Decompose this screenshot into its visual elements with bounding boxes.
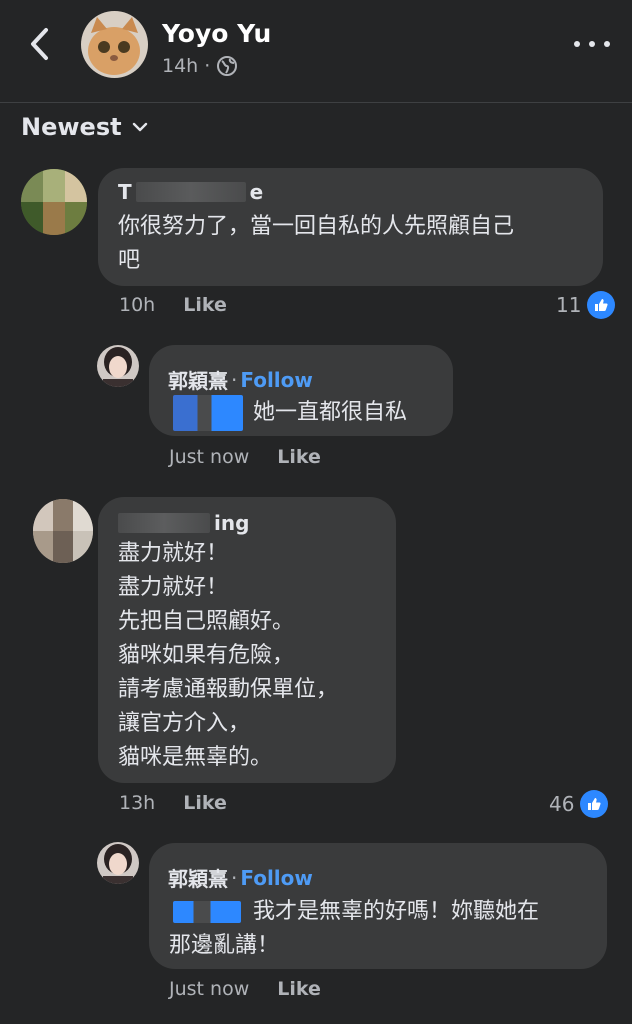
author-avatar[interactable] — [81, 11, 148, 78]
mention-tag[interactable] — [173, 901, 241, 923]
commenter-avatar[interactable] — [21, 169, 87, 235]
like-button[interactable]: Like — [183, 792, 227, 814]
back-button[interactable] — [22, 24, 58, 64]
comment-bubble[interactable]: T e 你很努力了，當一回自私的人先照顧自己 吧 — [98, 168, 603, 286]
reply-header: 郭穎熹 · Follow — [168, 863, 313, 892]
redacted-name — [135, 182, 246, 202]
comment-time: 13h — [119, 792, 156, 814]
comment-bubble[interactable]: ing 盡力就好！ 盡力就好！ 先把自己照顧好。 貓咪如果有危險， 請考慮通報動… — [98, 497, 396, 783]
more-options-button[interactable] — [574, 32, 610, 56]
reply-actions: Just now Like — [169, 446, 321, 468]
sort-selector[interactable]: Newest — [21, 113, 148, 141]
reply-text-continued: 那邊亂講！ — [169, 933, 280, 958]
post-meta: 14h · — [162, 55, 238, 77]
more-horizontal-icon — [574, 41, 580, 47]
reply-bubble[interactable]: 郭穎熹 · Follow 她一直都很自私 — [149, 345, 453, 436]
comment-time: 10h — [119, 294, 156, 316]
like-button[interactable]: Like — [277, 446, 321, 468]
comment-actions: 10h Like — [119, 294, 227, 316]
reply-body: 我才是無辜的好嗎！妳聽她在 那邊亂講！ — [169, 895, 593, 963]
chevron-down-icon — [132, 122, 147, 132]
reply-bubble[interactable]: 郭穎熹 · Follow 我才是無辜的好嗎！妳聽她在 那邊亂講！ — [149, 843, 607, 969]
sort-label: Newest — [21, 113, 122, 141]
reaction-count[interactable]: 46 — [549, 790, 609, 818]
comment-actions: 13h Like — [119, 792, 227, 814]
meta-separator: · — [204, 55, 211, 77]
post-header: Yoyo Yu 14h · — [0, 0, 632, 103]
follow-button[interactable]: Follow — [240, 866, 313, 890]
follow-button[interactable]: Follow — [240, 368, 313, 392]
thumbs-up-icon — [587, 291, 616, 319]
post-time: 14h — [162, 55, 199, 77]
comment-author[interactable]: ing — [118, 511, 249, 535]
reply-header: 郭穎熹 · Follow — [168, 365, 313, 394]
replier-avatar[interactable] — [97, 345, 139, 387]
mention-tag[interactable] — [173, 395, 243, 431]
author-name[interactable]: Yoyo Yu — [162, 19, 271, 48]
like-button[interactable]: Like — [277, 978, 321, 1000]
reply-text: 她一直都很自私 — [253, 400, 408, 425]
reply-author[interactable]: 郭穎熹 — [168, 863, 228, 892]
globe-icon — [217, 56, 238, 76]
redacted-name — [118, 513, 210, 533]
reply-author[interactable]: 郭穎熹 — [168, 365, 228, 394]
reply-body: 她一直都很自私 — [173, 395, 407, 431]
comment-author[interactable]: T e — [118, 180, 263, 204]
comment-text: 盡力就好！ 盡力就好！ 先把自己照顧好。 貓咪如果有危險， 請考慮通報動保單位，… — [118, 541, 339, 770]
reaction-count[interactable]: 11 — [556, 291, 616, 319]
chevron-left-icon — [31, 28, 48, 60]
reply-actions: Just now Like — [169, 978, 321, 1000]
replier-avatar[interactable] — [97, 842, 139, 884]
commenter-avatar[interactable] — [33, 499, 93, 563]
comment-text: 你很努力了，當一回自私的人先照顧自己 吧 — [118, 214, 515, 273]
like-button[interactable]: Like — [183, 294, 227, 316]
reply-time: Just now — [169, 978, 250, 1000]
reply-text: 我才是無辜的好嗎！妳聽她在 — [253, 899, 540, 924]
thumbs-up-icon — [580, 790, 609, 818]
reply-time: Just now — [169, 446, 250, 468]
